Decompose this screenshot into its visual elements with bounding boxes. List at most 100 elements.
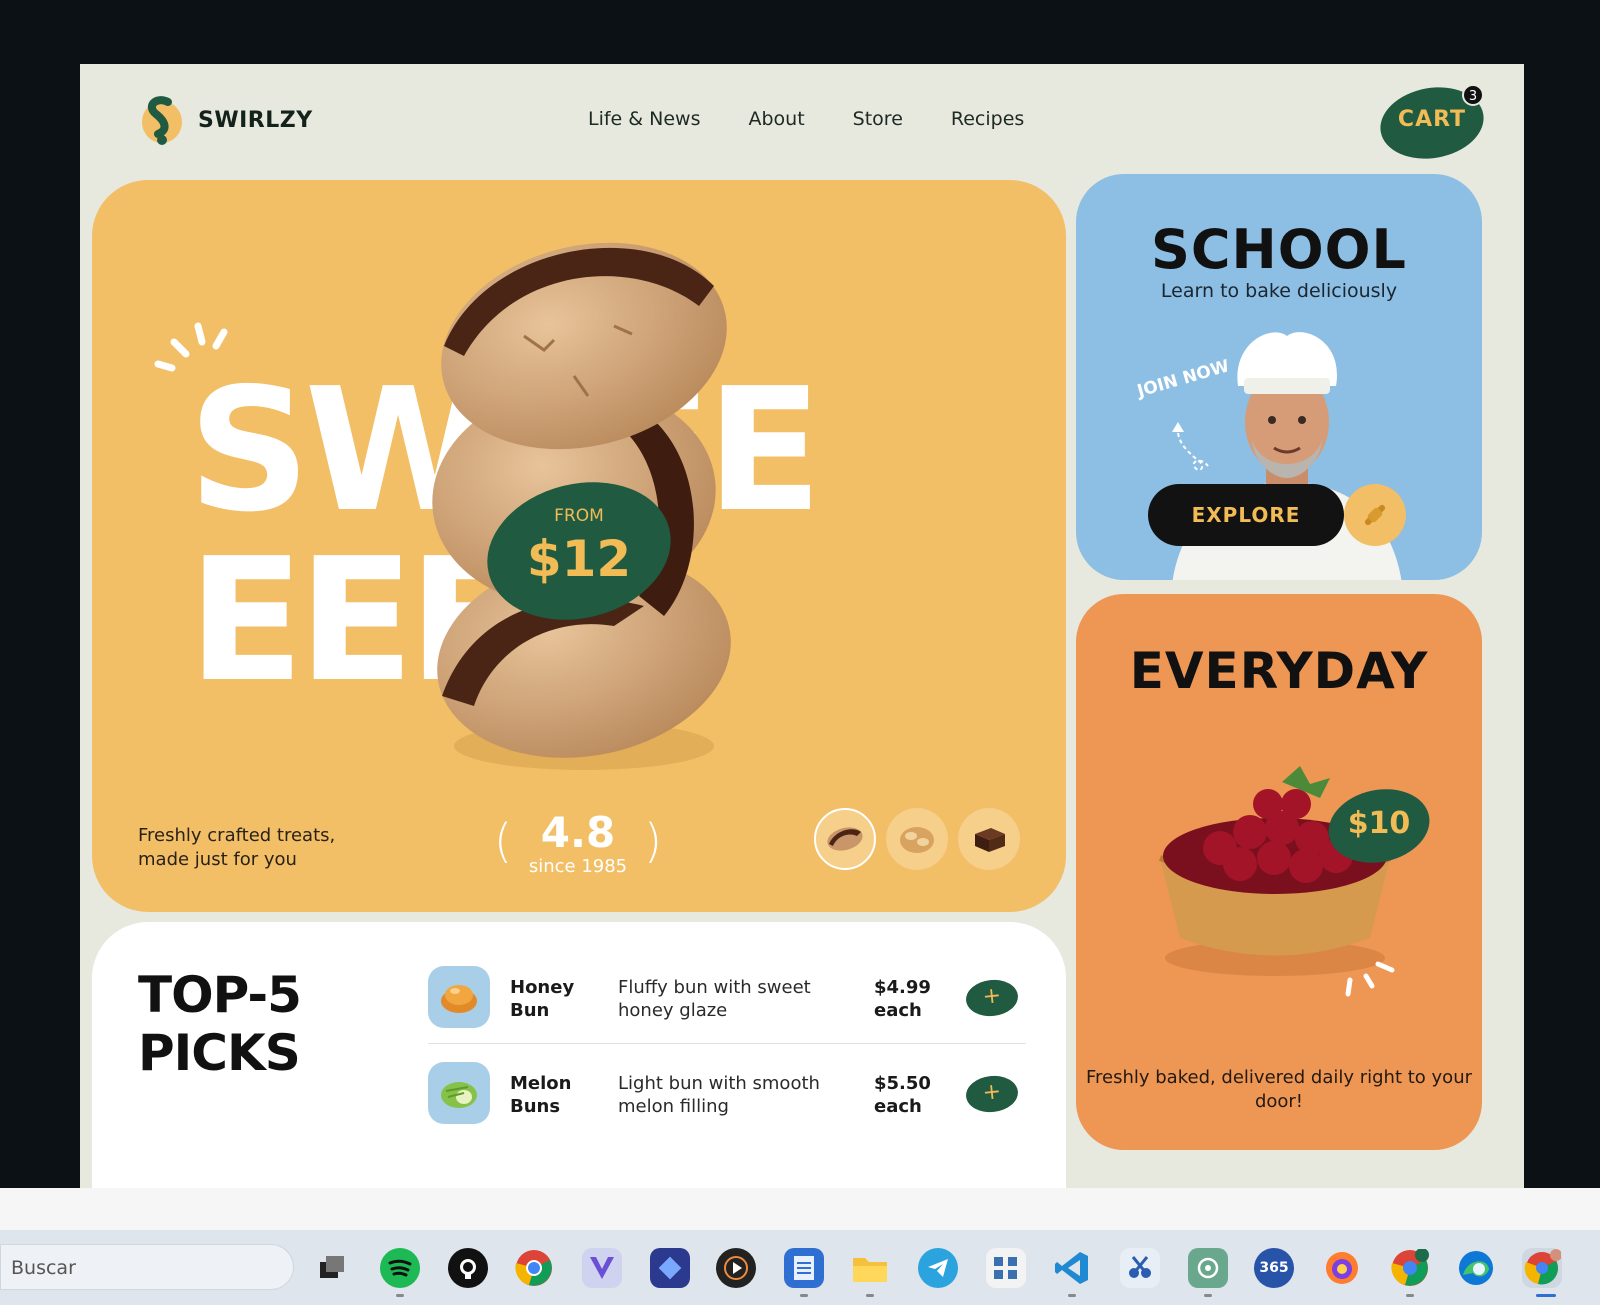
school-title: SCHOOL	[1151, 218, 1407, 281]
pick-row: Melon Buns Light bun with smooth melon f…	[428, 1046, 1026, 1140]
app-v-icon[interactable]	[582, 1248, 622, 1288]
rolling-pin-button[interactable]	[1344, 484, 1406, 546]
notepad-icon[interactable]	[784, 1248, 824, 1288]
cart-label: CART	[1397, 107, 1467, 132]
school-card: SCHOOL Learn to bake deliciously JOIN NO…	[1076, 174, 1482, 580]
media-player-icon[interactable]	[716, 1248, 756, 1288]
rolling-pin-icon	[1364, 504, 1386, 526]
chrome-profile-glyph	[1391, 1249, 1429, 1286]
top-picks-title-line1: TOP-5	[138, 966, 302, 1024]
folder-glyph	[853, 1258, 887, 1282]
app-diamond-glyph	[658, 1256, 682, 1280]
running-indicator	[396, 1294, 404, 1297]
price-from-label: FROM	[554, 506, 604, 526]
character-map-glyph	[994, 1257, 1017, 1279]
spotify-icon[interactable]	[380, 1248, 420, 1288]
window-bottom-strip	[0, 1188, 1600, 1230]
edge-icon[interactable]	[1456, 1248, 1496, 1288]
nav-life-news[interactable]: Life & News	[588, 108, 700, 130]
github-icon[interactable]	[448, 1248, 488, 1288]
cart-count-badge: 3	[1462, 84, 1484, 106]
github-glyph	[460, 1259, 476, 1279]
top-picks-title: TOP-5 PICKS	[138, 966, 302, 1082]
chatgpt-icon[interactable]	[1188, 1248, 1228, 1288]
everyday-card: EVERYDAY $10 Freshly baked, delivered da…	[1076, 594, 1482, 1150]
pick-row: Honey Bun Fluffy bun with sweet honey gl…	[428, 950, 1026, 1044]
rating-block: ( ) 4.8 since 1985	[494, 808, 662, 878]
honey-bun-icon	[441, 985, 477, 1013]
honey-bun-thumb	[428, 966, 490, 1028]
price-value: $12	[526, 530, 632, 588]
pick-price: $4.99 each	[874, 977, 931, 1021]
everyday-caption: Freshly baked, delivered daily right to …	[1085, 1067, 1473, 1112]
firefox-glyph	[1326, 1252, 1358, 1284]
website-page: SWIRLZY Life & News About Store Recipes …	[80, 64, 1524, 1188]
brand-name: SWIRLZY	[198, 107, 313, 133]
snipping-glyph	[1129, 1256, 1151, 1278]
cookie-thumb[interactable]	[814, 808, 876, 870]
chrome-profile-icon[interactable]	[1390, 1248, 1430, 1288]
brand-logo[interactable]: SWIRLZY	[138, 94, 313, 146]
edge-glyph	[1459, 1251, 1493, 1285]
pick-description: Fluffy bun with sweet honey glaze	[618, 977, 811, 1021]
cookie-thumb-icon	[827, 827, 863, 851]
pick-price: $5.50 each	[874, 1073, 931, 1117]
brownie-thumb[interactable]	[958, 808, 1020, 870]
active-window-indicator	[1536, 1294, 1556, 1297]
task-view-glyph	[320, 1256, 344, 1278]
add-melon-buns-button[interactable]: +	[964, 1073, 1020, 1115]
running-indicator	[1204, 1294, 1212, 1297]
chrome-icon[interactable]	[514, 1248, 554, 1288]
from-price-badge[interactable]: FROM $12	[472, 463, 686, 639]
telegram-glyph	[928, 1259, 948, 1277]
curly-arrow-icon	[1172, 422, 1209, 471]
telegram-icon[interactable]	[918, 1248, 958, 1288]
brownie-thumb-icon	[975, 828, 1005, 852]
firefox-icon[interactable]	[1322, 1248, 1362, 1288]
vscode-icon[interactable]	[1052, 1248, 1092, 1288]
school-subtitle: Learn to bake deliciously	[1160, 280, 1398, 302]
tart-price-badge[interactable]: $10	[1321, 780, 1437, 872]
taskbar: Buscar 365	[0, 1230, 1600, 1305]
croissant-thumb[interactable]	[886, 808, 948, 870]
notepad-glyph	[794, 1256, 814, 1280]
everyday-title: EVERYDAY	[1129, 642, 1429, 700]
tart-price-value: $10	[1347, 806, 1411, 841]
running-indicator	[1068, 1294, 1076, 1297]
file-explorer-icon[interactable]	[850, 1248, 890, 1288]
add-honey-bun-button[interactable]: +	[964, 977, 1020, 1019]
croissant-thumb-icon	[900, 827, 934, 853]
pick-description: Light bun with smooth melon filling	[618, 1073, 820, 1117]
explore-button[interactable]: EXPLORE	[1148, 484, 1344, 546]
task-view-icon[interactable]	[312, 1248, 352, 1288]
melon-bun-thumb	[428, 1062, 490, 1124]
pick-name[interactable]: Melon Buns	[510, 1072, 600, 1118]
rating-since: since 1985	[528, 856, 628, 877]
nav-store[interactable]: Store	[853, 108, 903, 130]
running-indicator	[866, 1294, 874, 1297]
product-thumbnails	[814, 808, 1020, 870]
nav-about[interactable]: About	[748, 108, 804, 130]
character-map-icon[interactable]	[986, 1248, 1026, 1288]
running-indicator	[800, 1294, 808, 1297]
taskbar-search-input[interactable]: Buscar	[0, 1244, 294, 1290]
top-picks-section: TOP-5 PICKS Honey Bun Fluffy bun with sw…	[92, 922, 1066, 1188]
sparkle-burst-small-icon	[1345, 961, 1395, 997]
microsoft-365-icon[interactable]: 365	[1254, 1248, 1294, 1288]
snipping-tool-icon[interactable]	[1120, 1248, 1160, 1288]
chrome-glyph	[515, 1250, 552, 1286]
vscode-glyph	[1055, 1252, 1088, 1284]
melon-bun-icon	[441, 1082, 477, 1108]
spotify-glyph	[388, 1259, 412, 1277]
app-v-glyph	[590, 1257, 614, 1279]
play-glyph	[724, 1256, 748, 1280]
swirl-logo-icon	[142, 96, 182, 145]
pick-name[interactable]: Honey Bun	[510, 976, 600, 1022]
chrome-active-window-icon[interactable]	[1522, 1248, 1562, 1288]
taskbar-search-placeholder: Buscar	[11, 1257, 76, 1279]
running-indicator	[1406, 1294, 1414, 1297]
nav-recipes[interactable]: Recipes	[951, 108, 1024, 130]
cart-button[interactable]: CART 3	[1374, 79, 1490, 167]
app-diamond-icon[interactable]	[650, 1248, 690, 1288]
rating-value: 4.8	[540, 808, 616, 857]
